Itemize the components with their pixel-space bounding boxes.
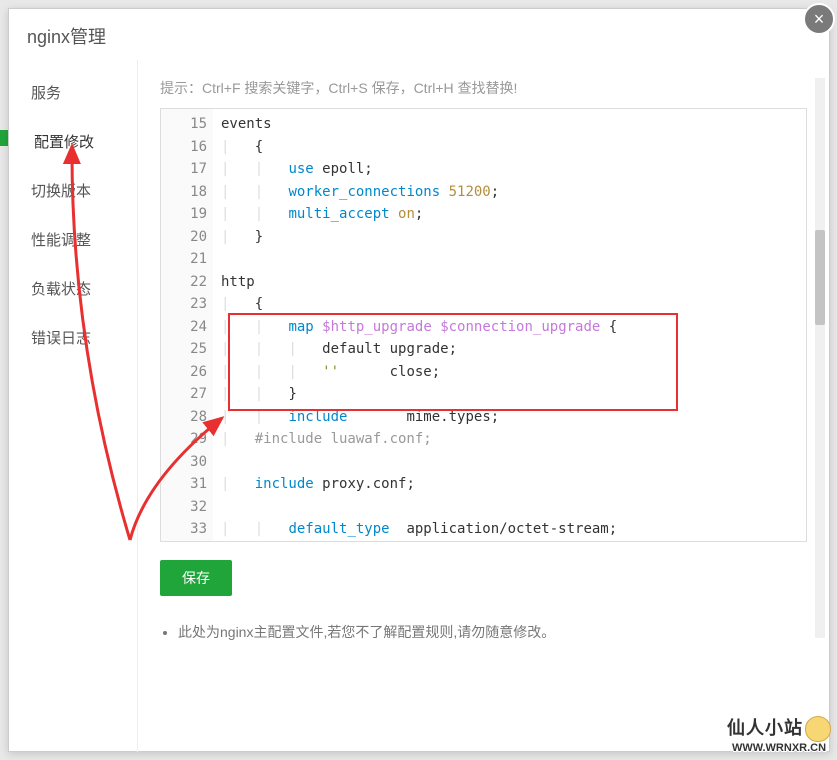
sidebar-item-label: 切换版本	[31, 183, 91, 200]
close-icon-glyph: ×	[814, 9, 825, 30]
save-button-label: 保存	[182, 570, 210, 586]
sidebar-item-load-status[interactable]: 负载状态	[9, 264, 137, 313]
editor-gutter: 15161718192021222324252627282930313233	[161, 109, 213, 541]
watermark-title: 仙人小站	[727, 718, 803, 738]
modal-body: 服务 配置修改 切换版本 性能调整 负载状态 错误日志 提示：Ctrl+F 搜索…	[9, 60, 829, 752]
sidebar-item-config-edit[interactable]: 配置修改	[9, 117, 137, 166]
content-pane: 提示：Ctrl+F 搜索关键字，Ctrl+S 保存，Ctrl+H 查找替换! 1…	[138, 60, 829, 752]
scrollbar-thumb[interactable]	[815, 230, 825, 325]
hint-text: 提示：Ctrl+F 搜索关键字，Ctrl+S 保存，Ctrl+H 查找替换!	[160, 78, 807, 98]
sidebar-item-performance[interactable]: 性能调整	[9, 215, 137, 264]
sidebar-item-label: 性能调整	[31, 232, 91, 249]
sidebar-item-error-log[interactable]: 错误日志	[9, 313, 137, 362]
code-editor[interactable]: 15161718192021222324252627282930313233 e…	[160, 108, 807, 542]
sidebar-item-label: 服务	[31, 85, 61, 102]
background-accent	[0, 130, 8, 146]
sidebar-item-service[interactable]: 服务	[9, 68, 137, 117]
save-button[interactable]: 保存	[160, 560, 232, 596]
editor-code[interactable]: events| {| | use epoll;| | worker_connec…	[213, 109, 806, 541]
modal-title: nginx管理	[9, 9, 829, 60]
sidebar: 服务 配置修改 切换版本 性能调整 负载状态 错误日志	[9, 60, 138, 752]
notes-list: 此处为nginx主配置文件,若您不了解配置规则,请勿随意修改。	[160, 622, 807, 642]
sidebar-item-label: 负载状态	[31, 281, 91, 298]
sidebar-item-label: 配置修改	[34, 134, 94, 151]
watermark-url: WWW.WRNXR.CN	[727, 742, 831, 754]
watermark: 仙人小站 WWW.WRNXR.CN	[727, 714, 831, 754]
watermark-emoji-icon	[805, 716, 831, 742]
close-icon[interactable]: ×	[803, 3, 835, 35]
note-item: 此处为nginx主配置文件,若您不了解配置规则,请勿随意修改。	[178, 622, 807, 642]
nginx-manage-modal: × nginx管理 服务 配置修改 切换版本 性能调整 负载状态 错误日志 提示…	[8, 8, 830, 752]
sidebar-item-switch-version[interactable]: 切换版本	[9, 166, 137, 215]
scrollbar-track[interactable]	[815, 78, 825, 638]
sidebar-item-label: 错误日志	[31, 330, 91, 347]
